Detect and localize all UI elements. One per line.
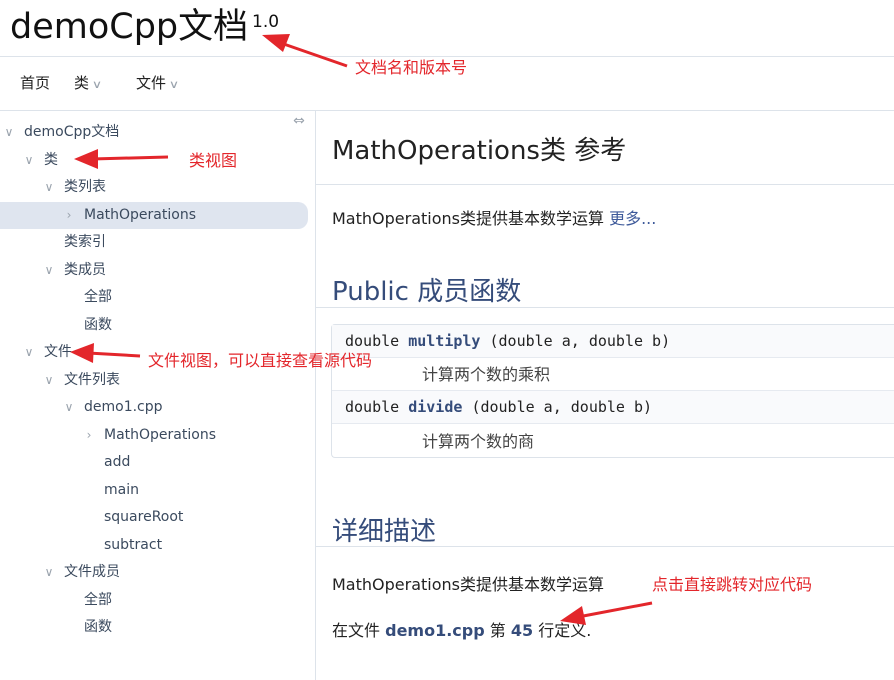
annotation-file-view: 文件视图，可以直接查看源代码 [148, 351, 373, 370]
chevron-down-icon[interactable]: ∨ [42, 257, 56, 284]
source-file-link[interactable]: demo1.cpp [385, 621, 485, 640]
member-desc-divide: 计算两个数的商 [422, 432, 535, 451]
chevron-down-icon[interactable]: ∨ [22, 339, 36, 366]
annotation-jump: 点击直接跳转对应代码 [652, 575, 813, 594]
project-name: demoCpp文档 [10, 7, 249, 47]
function-args: (double a, double b) [489, 332, 671, 350]
chevron-down-icon[interactable]: ∨ [42, 559, 56, 586]
tree-item[interactable]: subtract [0, 532, 308, 559]
sidebar-nav-tree: ⇔ ∨ demoCpp文档 ∨ 类 ∨ 类列表 › MathOperations 类索引 ∨ 类成员… [0, 111, 316, 680]
tree-item[interactable]: squareRoot [0, 504, 308, 531]
tree-item-label: 文件 [44, 344, 72, 360]
return-type: double [345, 398, 400, 416]
nav-classes-label: 类 [74, 74, 90, 92]
tree-item-label: MathOperations [104, 426, 216, 443]
defined-mid: 第 [489, 621, 506, 640]
chevron-down-icon[interactable]: ∨ [42, 174, 56, 201]
tree-item-label: 类 [44, 151, 58, 168]
nav-files-label: 文件 [136, 74, 167, 92]
tree-item[interactable]: 函数 [0, 312, 308, 339]
tree-item-label: squareRoot [104, 509, 184, 525]
source-line-link[interactable]: 45 [511, 621, 533, 640]
chevron-down-icon: ∨ [91, 78, 103, 91]
chevron-right-icon[interactable]: › [62, 202, 76, 229]
page-title: MathOperations类 参考 [332, 136, 627, 166]
chevron-down-icon[interactable]: ∨ [42, 367, 56, 394]
tree-item-label: 类成员 [64, 261, 106, 278]
function-args: (double a, double b) [471, 398, 653, 416]
nav-files[interactable]: 文件 ∨ [136, 72, 180, 93]
tree-item[interactable]: 全部 [0, 587, 308, 614]
tree-item[interactable]: main [0, 477, 308, 504]
tree-item-label: demo1.cpp [84, 399, 163, 415]
member-table: double multiply (double a, double b) 计算两… [331, 324, 894, 458]
chevron-down-icon[interactable]: ∨ [62, 394, 76, 421]
page-header: demoCpp文档 1.0 [0, 0, 894, 57]
public-functions-title: Public 成员函数 [332, 277, 522, 307]
tree-item[interactable]: ∨ demo1.cpp [0, 394, 308, 421]
tree-item[interactable]: › MathOperations [0, 201, 308, 229]
chevron-right-icon[interactable]: › [82, 422, 96, 449]
detail-header: 详细描述 [316, 509, 894, 547]
tree-item-label: 类列表 [64, 179, 106, 195]
tree-item[interactable]: › MathOperations [0, 422, 308, 449]
nav-classes[interactable]: 类 ∨ [74, 72, 103, 93]
function-link-divide[interactable]: divide [408, 398, 462, 416]
public-functions-header: Public 成员函数 [316, 269, 894, 308]
tree-item-label: 类索引 [64, 234, 106, 250]
brief-text: MathOperations类提供基本数学运算 [332, 209, 604, 228]
title-bar: MathOperations类 参考 [316, 111, 894, 185]
tree-item-label: MathOperations [84, 206, 196, 223]
tree-item-label: 函数 [84, 619, 112, 635]
nav-home[interactable]: 首页 [20, 72, 50, 93]
tree-item[interactable]: 类索引 [0, 229, 308, 256]
more-link[interactable]: 更多... [609, 209, 656, 228]
nav-home-label: 首页 [20, 74, 51, 92]
tree-item[interactable]: 函数 [0, 614, 308, 641]
chevron-down-icon: ∨ [168, 78, 180, 91]
tree-item[interactable]: add [0, 449, 308, 476]
defined-prefix: 在文件 [332, 621, 381, 640]
annotation-doc-name: 文档名和版本号 [355, 58, 468, 77]
tree-item-label: add [104, 454, 131, 470]
tree-item[interactable]: 全部 [0, 284, 308, 311]
annotation-class-view: 类视图 [189, 151, 238, 170]
tree-item-label: 文件成员 [64, 564, 120, 580]
tree-item[interactable]: ∨ 类成员 [0, 257, 308, 284]
member-desc-multiply: 计算两个数的乘积 [422, 365, 551, 384]
tree-item-label: 全部 [84, 289, 112, 305]
chevron-down-icon[interactable]: ∨ [22, 147, 36, 174]
tree-item-label: main [104, 481, 139, 498]
tree-item-label: subtract [104, 536, 163, 553]
detail-title: 详细描述 [332, 517, 437, 547]
tree-item-label: 文件列表 [64, 371, 120, 388]
tree-item[interactable]: ∨ 文件成员 [0, 559, 308, 586]
detail-text: MathOperations类提供基本数学运算 [332, 575, 604, 594]
tree-item-label: 全部 [84, 591, 112, 608]
tree-item-label: 函数 [84, 316, 112, 333]
defined-in: 在文件 demo1.cpp 第 45 行定义. [332, 617, 591, 641]
function-link-multiply[interactable]: multiply [408, 332, 480, 350]
defined-suffix: 行定义. [538, 621, 592, 640]
tree-item[interactable]: ∨ 类 [0, 147, 308, 174]
brief-description: MathOperations类提供基本数学运算 更多... [332, 205, 656, 229]
member-signature-multiply: double multiply (double a, double b) [332, 325, 894, 358]
project-version: 1.0 [252, 12, 280, 32]
tree-item-label: demoCpp文档 [24, 124, 120, 140]
chevron-down-icon[interactable]: ∨ [2, 119, 16, 146]
member-signature-divide: double divide (double a, double b) [332, 390, 894, 424]
tree-item[interactable]: ∨ demoCpp文档 [0, 119, 308, 146]
tree-item[interactable]: ∨ 类列表 [0, 174, 308, 201]
